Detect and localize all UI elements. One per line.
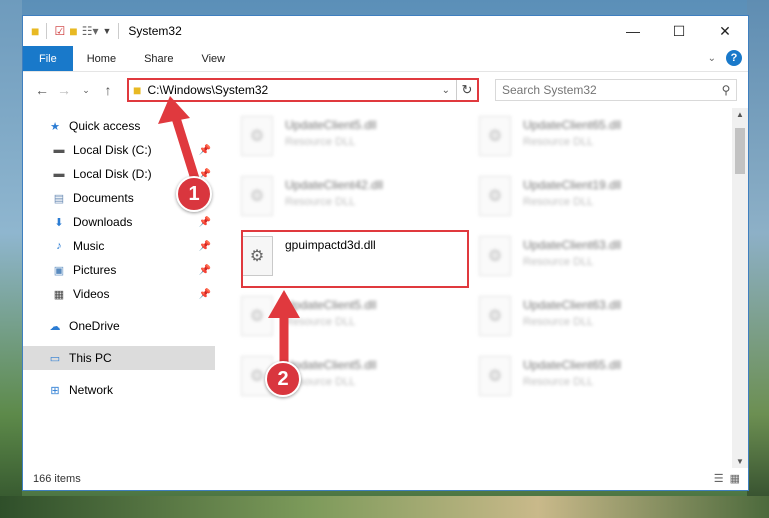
callout-one-badge: 1 bbox=[176, 176, 212, 212]
arrow-one-head bbox=[158, 96, 190, 124]
callout-two-badge: 2 bbox=[265, 361, 301, 397]
arrow-two-head bbox=[268, 290, 300, 318]
annotation-arrows bbox=[158, 96, 300, 371]
arrow-one-shaft bbox=[171, 113, 201, 187]
